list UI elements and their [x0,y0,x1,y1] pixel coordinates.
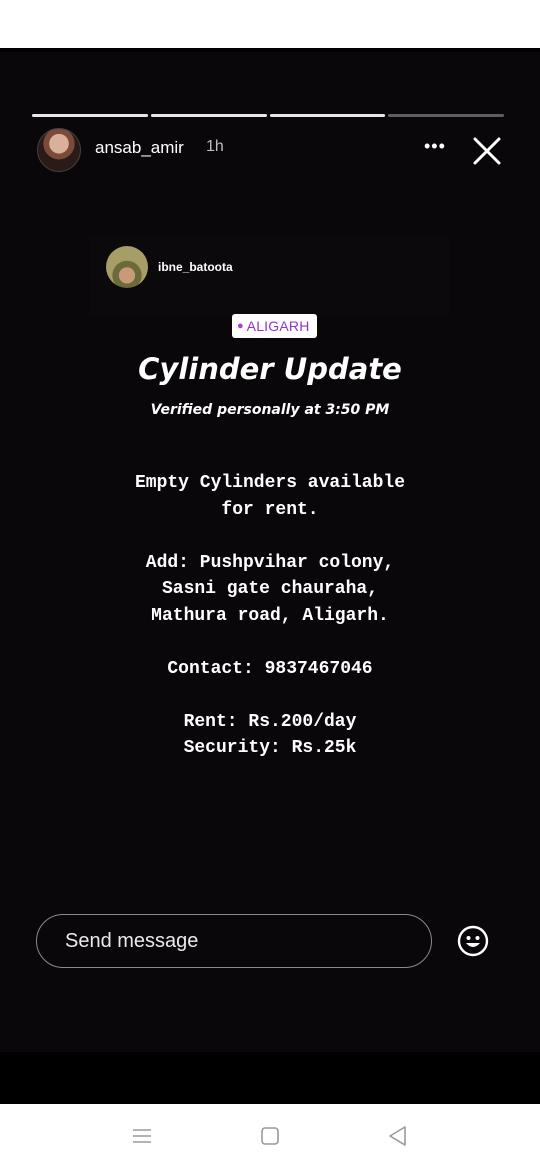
progress-segment [32,114,148,117]
body-line [0,629,540,656]
home-square-icon[interactable] [258,1124,282,1148]
body-line [0,523,540,550]
send-message-input[interactable]: Send message [36,914,432,968]
post-subtitle: Verified personally at 3:50 PM [150,402,390,418]
location-sticker[interactable]: ● ALIGARH [232,314,317,338]
story-username[interactable]: ansab_amir [95,138,184,158]
body-line: Add: Pushpvihar colony, [145,552,395,573]
location-pin-icon: ● [237,320,244,332]
body-line: Security: Rs.25k [183,738,357,758]
body-line [0,682,540,709]
shared-post-username[interactable]: ibne_batoota [158,260,233,274]
body-line: Contact: 9837467046 [167,658,373,679]
back-triangle-icon[interactable] [386,1124,410,1148]
menu-icon[interactable] [130,1124,154,1148]
more-options-icon[interactable]: ••• [424,136,446,157]
body-line: for rent. [221,499,319,520]
location-label: ALIGARH [246,318,310,334]
body-line: Sasni gate chauraha, [161,579,379,599]
progress-segment [388,114,504,117]
post-body: Empty Cylinders available for rent. Add:… [0,470,540,762]
system-nav-bar [0,1104,540,1170]
body-line: Rent: Rs.200/day [183,711,357,732]
avatar[interactable] [106,246,148,288]
story-timestamp: 1h [206,138,224,155]
post-title: Cylinder Update [138,352,402,386]
avatar[interactable] [37,128,81,172]
send-message-placeholder: Send message [65,929,199,952]
body-line: Mathura road, Aligarh. [151,605,389,626]
story-progress-bar [32,114,504,117]
progress-segment [150,114,267,117]
smiley-icon[interactable] [456,924,490,958]
status-area [0,0,540,48]
progress-segment [269,114,386,117]
close-icon[interactable] [470,134,504,168]
body-line: Empty Cylinders available [134,473,406,493]
